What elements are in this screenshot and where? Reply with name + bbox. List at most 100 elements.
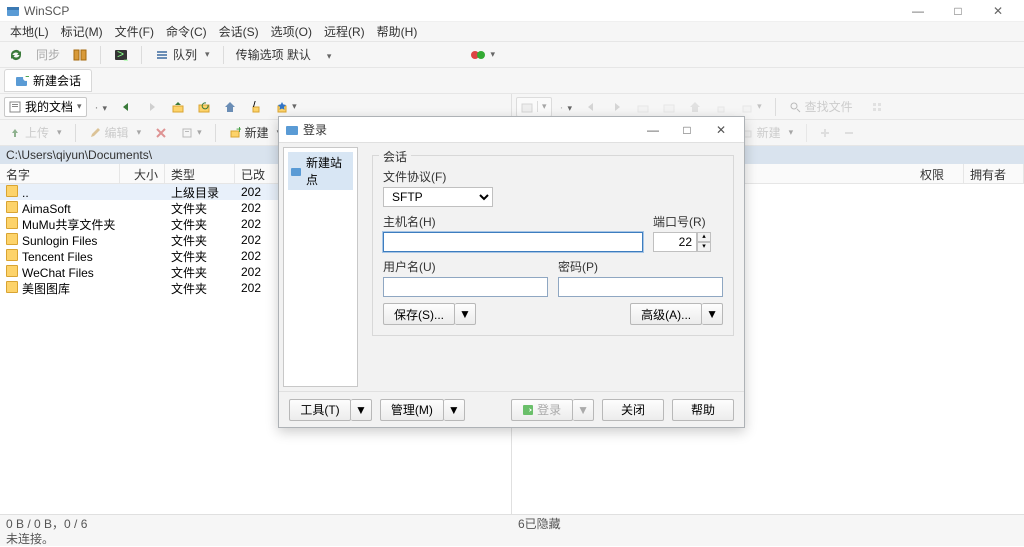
remote-plus-icon[interactable] — [815, 123, 835, 143]
close-button[interactable]: ✕ — [978, 1, 1018, 21]
password-input[interactable] — [558, 277, 723, 297]
remote-dir-combo[interactable]: ▾ — [516, 97, 552, 117]
password-label: 密码(P) — [558, 258, 723, 275]
remote-mode-icon[interactable] — [866, 97, 888, 117]
menu-mark[interactable]: 标记(M) — [55, 23, 109, 40]
connection-icon[interactable] — [465, 45, 500, 65]
username-input[interactable] — [383, 277, 548, 297]
svg-text:＋: ＋ — [24, 74, 29, 84]
sync-icon[interactable] — [4, 45, 28, 65]
login-dialog-icon — [285, 123, 299, 137]
remote-minus-icon[interactable] — [839, 123, 859, 143]
minimize-button[interactable]: — — [898, 1, 938, 21]
remote-back-icon[interactable] — [580, 97, 602, 117]
transfer-settings-dd[interactable] — [319, 48, 336, 62]
session-group-title: 会话 — [379, 148, 411, 165]
local-refresh-icon[interactable] — [193, 97, 215, 117]
local-bookmark-icon[interactable] — [271, 97, 302, 117]
transfer-settings-label[interactable]: 传输选项 默认 — [232, 46, 315, 63]
status-connection: 未连接。 — [0, 530, 1024, 546]
port-up-icon[interactable]: ▴ — [697, 232, 711, 242]
find-files-button[interactable]: 查找文件 — [784, 97, 862, 117]
protocol-select[interactable]: SFTP — [383, 187, 493, 207]
upload-button[interactable]: 上传 — [4, 123, 67, 143]
local-new-button[interactable]: +新建 — [224, 123, 287, 143]
remote-fwd-icon[interactable] — [606, 97, 628, 117]
folder-icon — [6, 249, 18, 261]
remote-up-icon[interactable] — [632, 97, 654, 117]
port-label: 端口号(R) — [653, 213, 723, 230]
login-dd[interactable]: ▼ — [573, 399, 594, 421]
port-down-icon[interactable]: ▾ — [697, 242, 711, 252]
local-dir-combo[interactable]: 我的文档 — [4, 97, 87, 117]
menu-remote[interactable]: 远程(R) — [318, 23, 371, 40]
local-properties-icon[interactable] — [176, 123, 207, 143]
app-icon — [6, 4, 20, 18]
remote-root-icon[interactable] — [710, 97, 732, 117]
maximize-button[interactable]: □ — [938, 1, 978, 21]
local-home-icon[interactable] — [219, 97, 241, 117]
folder-icon — [6, 201, 18, 213]
remote-new-button[interactable]: 新建 — [736, 123, 799, 143]
compare-icon[interactable] — [68, 45, 92, 65]
save-button[interactable]: 保存(S)... — [383, 303, 455, 325]
site-list[interactable]: 新建站点 — [283, 147, 358, 387]
remote-refresh-icon[interactable] — [658, 97, 680, 117]
local-delete-icon[interactable] — [150, 123, 172, 143]
manage-dd[interactable]: ▼ — [444, 399, 465, 421]
remote-combo-extra-dd[interactable]: · — [556, 100, 577, 114]
menu-file[interactable]: 文件(F) — [109, 23, 160, 40]
dialog-minimize-button[interactable]: — — [636, 119, 670, 141]
close-dialog-button[interactable]: 关闭 — [602, 399, 664, 421]
folder-icon — [6, 265, 18, 277]
svg-text:>_: >_ — [117, 48, 128, 61]
host-input[interactable] — [383, 232, 643, 252]
menu-command[interactable]: 命令(C) — [160, 23, 213, 40]
local-up-icon[interactable] — [167, 97, 189, 117]
documents-icon — [9, 101, 21, 113]
username-label: 用户名(U) — [383, 258, 548, 275]
menu-help[interactable]: 帮助(H) — [371, 23, 424, 40]
dialog-close-button[interactable]: ✕ — [704, 119, 738, 141]
login-dialog-title: 登录 — [303, 121, 636, 138]
login-button[interactable]: 登录 — [511, 399, 573, 421]
host-label: 主机名(H) — [383, 213, 643, 230]
protocol-label: 文件协议(F) — [383, 168, 723, 185]
port-input[interactable] — [653, 232, 697, 252]
folder-icon — [6, 185, 18, 197]
queue-button[interactable]: 队列 — [150, 45, 215, 65]
menu-local[interactable]: 本地(L) — [4, 23, 55, 40]
local-back-icon[interactable] — [115, 97, 137, 117]
new-session-label: 新建会话 — [33, 72, 81, 89]
site-icon — [290, 165, 302, 177]
remote-home-icon[interactable] — [684, 97, 706, 117]
local-edit-button[interactable]: 编辑 — [84, 123, 147, 143]
menu-session[interactable]: 会话(S) — [213, 23, 265, 40]
tools-dd[interactable]: ▼ — [351, 399, 372, 421]
manage-button[interactable]: 管理(M) — [380, 399, 444, 421]
login-go-icon — [523, 405, 533, 415]
folder-icon — [6, 217, 18, 229]
new-site-item[interactable]: 新建站点 — [288, 152, 353, 190]
remote-bookmark-icon[interactable] — [736, 97, 767, 117]
sync-label: 同步 — [32, 46, 64, 63]
advanced-dd[interactable]: ▼ — [702, 303, 723, 325]
menu-option[interactable]: 选项(O) — [265, 23, 318, 40]
tools-button[interactable]: 工具(T) — [289, 399, 351, 421]
remote-dir-icon — [517, 101, 537, 113]
local-combo-extra-dd[interactable]: · — [91, 100, 112, 114]
help-button[interactable]: 帮助 — [672, 399, 734, 421]
local-root-icon[interactable]: / — [245, 97, 267, 117]
folder-icon — [6, 233, 18, 245]
menubar: 本地(L) 标记(M) 文件(F) 命令(C) 会话(S) 选项(O) 远程(R… — [0, 22, 1024, 42]
local-fwd-icon[interactable] — [141, 97, 163, 117]
new-session-icon: ＋ — [15, 74, 29, 88]
folder-icon — [6, 281, 18, 293]
save-dd[interactable]: ▼ — [455, 303, 476, 325]
port-spinner[interactable]: ▴▾ — [653, 232, 723, 252]
new-session-tab[interactable]: ＋ 新建会话 — [4, 69, 92, 92]
dialog-maximize-button[interactable]: □ — [670, 119, 704, 141]
terminal-icon[interactable]: >_ — [109, 45, 133, 65]
advanced-button[interactable]: 高级(A)... — [630, 303, 702, 325]
main-toolbar: 同步 >_ 队列 传输选项 默认 — [0, 42, 1024, 68]
